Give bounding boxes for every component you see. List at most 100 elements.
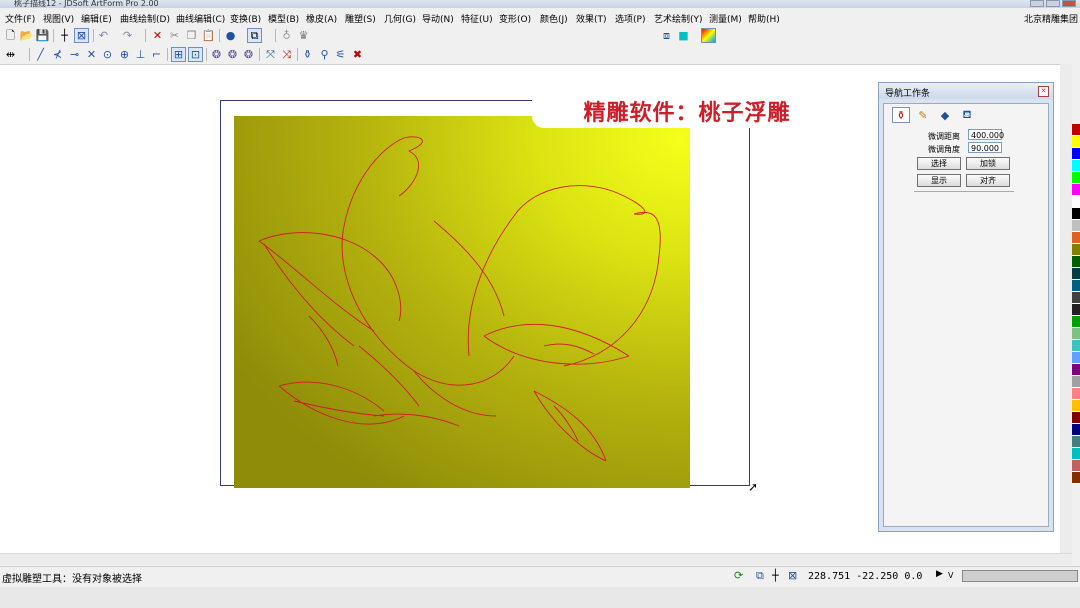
panel-tab-sculpt-icon[interactable]: ⛾	[958, 107, 976, 123]
show-button[interactable]: 显示	[917, 174, 961, 187]
palette-swatch[interactable]	[1072, 328, 1080, 340]
menu-sculpt[interactable]: 雕塑(S)	[345, 12, 376, 25]
menu-help[interactable]: 帮助(H)	[748, 12, 780, 25]
tangent-icon[interactable]: ⌐	[149, 47, 164, 62]
vertical-scrollbar[interactable]	[1060, 64, 1072, 553]
angle-tool-icon[interactable]: ⊀	[50, 47, 65, 62]
palette-swatch[interactable]	[1072, 436, 1080, 448]
panel-tab-cup-icon[interactable]: ⚱	[892, 107, 910, 123]
menu-curve-edit[interactable]: 曲线编辑(C)	[176, 12, 225, 25]
node-delete-icon[interactable]: ⤨	[279, 47, 294, 62]
gradient-icon[interactable]	[701, 28, 716, 43]
panel-close-icon[interactable]: ✕	[1038, 86, 1049, 97]
palette-swatch[interactable]	[1072, 400, 1080, 412]
cut-icon[interactable]: ✂	[167, 28, 182, 43]
palette-swatch[interactable]	[1072, 256, 1080, 268]
undo-icon[interactable]: ↶	[96, 28, 111, 43]
cube-icon[interactable]: ⧉	[247, 28, 262, 43]
target-icon[interactable]: ⊕	[117, 47, 132, 62]
palette-swatch[interactable]	[1072, 292, 1080, 304]
menu-view[interactable]: 视图(V)	[43, 12, 74, 25]
cup-shaded-icon[interactable]: ♛	[296, 28, 311, 43]
menu-art-draw[interactable]: 艺术绘制(Y)	[654, 12, 703, 25]
palette-swatch[interactable]	[1072, 208, 1080, 220]
lock-button[interactable]: 加锁	[966, 157, 1010, 170]
copy-icon[interactable]: ❐	[184, 28, 199, 43]
palette-swatch[interactable]	[1072, 124, 1080, 136]
palette-swatch[interactable]	[1072, 424, 1080, 436]
close-red-icon[interactable]: ✖	[350, 47, 365, 62]
horizontal-scrollbar[interactable]	[0, 553, 1072, 565]
palette-swatch[interactable]	[1072, 172, 1080, 184]
delete-icon[interactable]: ✕	[150, 28, 165, 43]
palette-swatch[interactable]	[1072, 220, 1080, 232]
palette-swatch[interactable]	[1072, 268, 1080, 280]
palette-swatch[interactable]	[1072, 352, 1080, 364]
menu-measure[interactable]: 测量(M)	[709, 12, 742, 25]
palette-swatch[interactable]	[1072, 412, 1080, 424]
palette-swatch[interactable]	[1072, 136, 1080, 148]
arrow-both-icon[interactable]: ⇹	[3, 47, 18, 62]
menu-guide[interactable]: 导动(N)	[422, 12, 454, 25]
refresh-icon[interactable]: ⟳	[734, 569, 743, 582]
open-folder-icon[interactable]: 📂	[19, 28, 34, 43]
minimize-button[interactable]	[1030, 0, 1044, 7]
menu-feature[interactable]: 特征(U)	[461, 12, 493, 25]
layer-icon[interactable]: ⧉	[756, 569, 764, 583]
palette-swatch[interactable]	[1072, 376, 1080, 388]
menu-effect[interactable]: 效果(T)	[576, 12, 607, 25]
palette-swatch[interactable]	[1072, 148, 1080, 160]
color-box-icon[interactable]: ■	[676, 28, 691, 43]
cross-icon[interactable]: ✕	[84, 47, 99, 62]
redo-icon[interactable]: ↷	[120, 28, 135, 43]
menu-model[interactable]: 模型(B)	[268, 12, 299, 25]
menu-file[interactable]: 文件(F)	[5, 12, 35, 25]
new-file-icon[interactable]: 🗋	[3, 28, 18, 43]
cube-view-icon[interactable]: ⧈	[659, 28, 674, 43]
palette-swatch[interactable]	[1072, 232, 1080, 244]
palette-swatch[interactable]	[1072, 196, 1080, 208]
crosshair-icon[interactable]: ┼	[57, 28, 72, 43]
palette-swatch[interactable]	[1072, 388, 1080, 400]
palette-swatch[interactable]	[1072, 244, 1080, 256]
palette-swatch[interactable]	[1072, 280, 1080, 292]
palette-swatch[interactable]	[1072, 448, 1080, 460]
menu-transform[interactable]: 变换(B)	[230, 12, 261, 25]
grid-snap-icon[interactable]: ⊞	[171, 47, 186, 62]
menu-options[interactable]: 选项(P)	[615, 12, 645, 25]
relief-1-icon[interactable]: ❂	[209, 47, 224, 62]
menu-deform[interactable]: 变形(O)	[499, 12, 531, 25]
palette-swatch[interactable]	[1072, 472, 1080, 484]
node-edit-icon[interactable]: ⤧	[263, 47, 278, 62]
save-icon[interactable]: 💾	[35, 28, 50, 43]
panel-tab-eraser-icon[interactable]: ◆	[936, 107, 954, 123]
palette-swatch[interactable]	[1072, 304, 1080, 316]
circle-dot-icon[interactable]: ⊙	[100, 47, 115, 62]
sculpt-2-icon[interactable]: ⚲	[317, 47, 332, 62]
menu-eraser[interactable]: 橡皮(A)	[306, 12, 337, 25]
relief-2-icon[interactable]: ❂	[225, 47, 240, 62]
align-button[interactable]: 对齐	[966, 174, 1010, 187]
sculpt-3-icon[interactable]: ⚟	[333, 47, 348, 62]
menu-curve-draw[interactable]: 曲线绘制(D)	[120, 12, 170, 25]
grid-dots-icon[interactable]: ⊡	[188, 47, 203, 62]
palette-swatch[interactable]	[1072, 340, 1080, 352]
fine-distance-input[interactable]: 400.000	[968, 129, 1004, 140]
fine-angle-input[interactable]: 90.000	[968, 142, 1002, 153]
peach-relief-image[interactable]	[234, 116, 690, 488]
crosshair-status-icon[interactable]: ┼	[772, 569, 779, 582]
panel-tab-paint-icon[interactable]: ✎	[914, 107, 932, 123]
menu-edit[interactable]: 编辑(E)	[81, 12, 112, 25]
palette-swatch[interactable]	[1072, 184, 1080, 196]
sphere-icon[interactable]: ●	[223, 28, 238, 43]
close-button[interactable]	[1062, 0, 1076, 7]
perpendicular-icon[interactable]: ⊥	[133, 47, 148, 62]
palette-swatch[interactable]	[1072, 460, 1080, 472]
cup-icon[interactable]: ♁	[279, 28, 294, 43]
select-button[interactable]: 选择	[917, 157, 961, 170]
palette-swatch[interactable]	[1072, 160, 1080, 172]
sculpt-1-icon[interactable]: ⚱	[300, 47, 315, 62]
play-icon[interactable]: ▶	[936, 569, 943, 579]
box-select-icon[interactable]: ⊠	[74, 28, 89, 43]
box-status-icon[interactable]: ⊠	[788, 569, 797, 582]
